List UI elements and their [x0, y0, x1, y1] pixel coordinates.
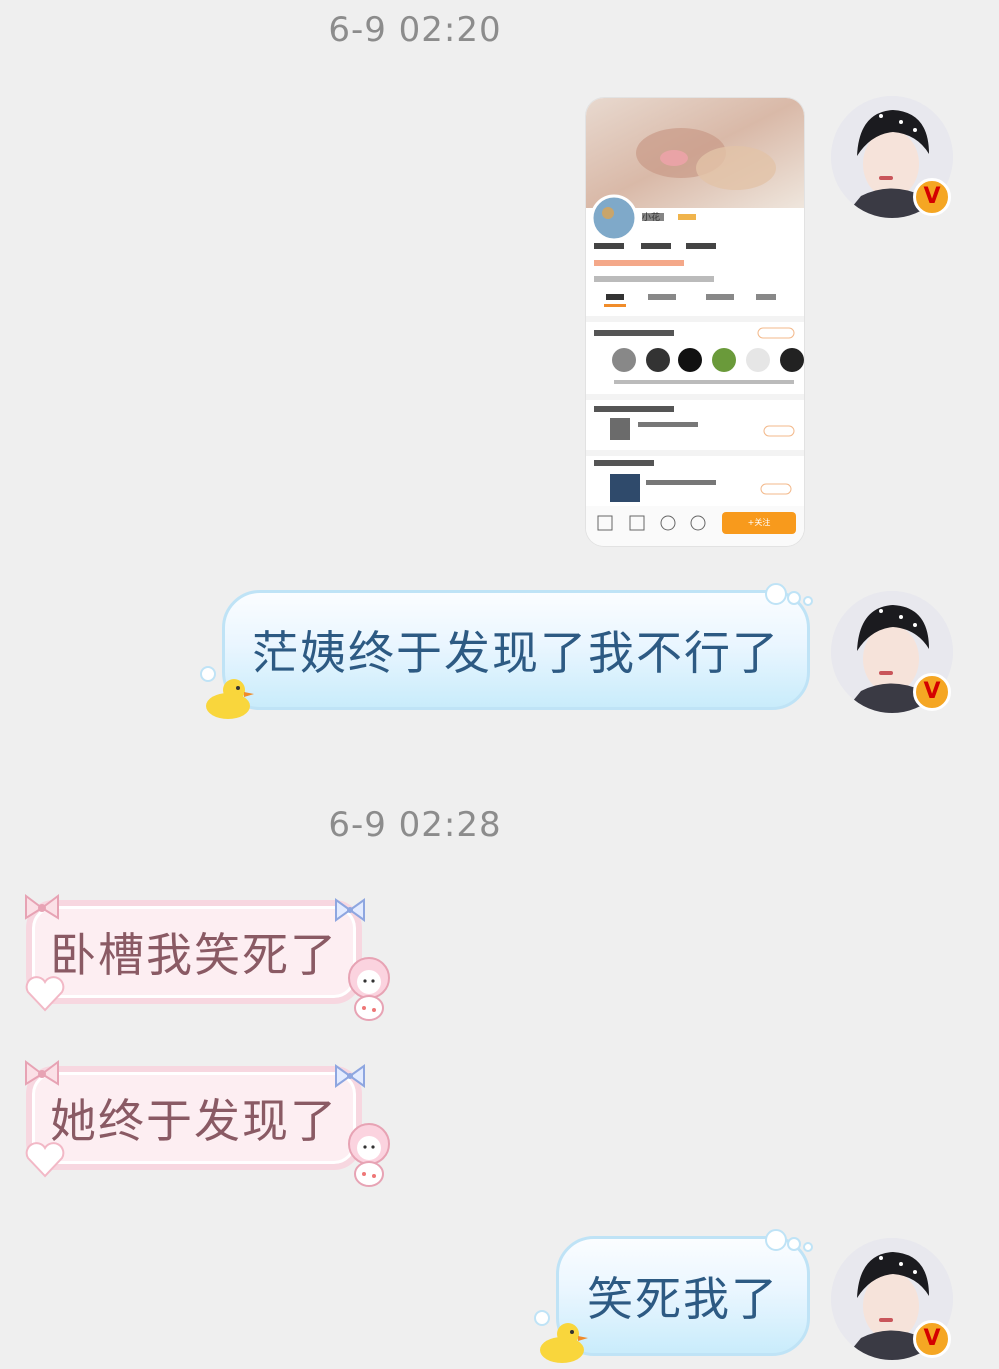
- message-text: 笑死我了: [587, 1272, 779, 1326]
- message-bubble[interactable]: 她终于发现了: [26, 1066, 362, 1170]
- profile-name: 小花: [642, 213, 661, 223]
- message-bubble[interactable]: 茫姨终于发现了我不行了: [222, 590, 810, 710]
- timestamp: 6-9 02:28: [328, 805, 502, 845]
- cloud-decoration-icon: [765, 1229, 813, 1252]
- duck-icon: [534, 1310, 588, 1363]
- cloud-decoration-icon: [765, 583, 813, 606]
- image-message[interactable]: 小花 +关注: [586, 98, 804, 546]
- bow-icon: [335, 1064, 365, 1088]
- screenshot-thumbnail: [586, 98, 804, 546]
- message-text: 茫姨终于发现了我不行了: [252, 626, 780, 680]
- verified-badge-icon: V: [913, 673, 951, 711]
- message-text: 卧槽我笑死了: [50, 928, 338, 982]
- verified-badge-icon: V: [913, 1320, 951, 1358]
- heart-icon: [25, 976, 65, 1012]
- duck-icon: [200, 666, 254, 719]
- message-text: 她终于发现了: [50, 1094, 338, 1148]
- follow-button: +关注: [722, 512, 796, 534]
- heart-icon: [25, 1142, 65, 1178]
- bow-icon: [25, 894, 59, 920]
- message-bubble[interactable]: 卧槽我笑死了: [26, 900, 362, 1004]
- bow-icon: [25, 1060, 59, 1086]
- character-icon: [348, 957, 390, 1021]
- verified-badge-icon: V: [913, 178, 951, 216]
- timestamp: 6-9 02:20: [328, 10, 502, 50]
- bow-icon: [335, 898, 365, 922]
- character-icon: [348, 1123, 390, 1187]
